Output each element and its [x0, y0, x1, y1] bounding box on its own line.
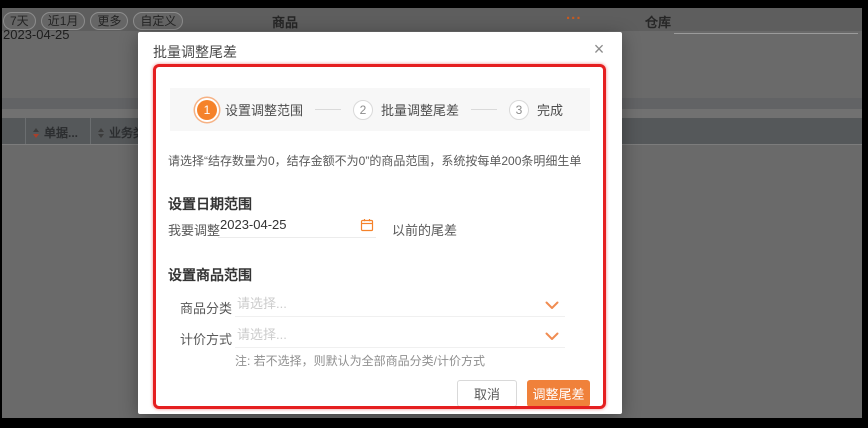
- ellipsis-icon[interactable]: ...: [566, 8, 582, 23]
- step-3-label: 完成: [537, 103, 564, 118]
- step-2-circle: 2: [352, 99, 373, 120]
- column-label: 单据...: [44, 126, 79, 140]
- close-icon[interactable]: ×: [588, 38, 610, 60]
- product-range-heading: 设置商品范围: [168, 267, 252, 283]
- pricing-select[interactable]: [235, 324, 565, 348]
- chevron-down-icon[interactable]: [545, 332, 559, 341]
- batch-adjust-dialog: 批量调整尾差 × 1 设置调整范围 2 批量调整尾差 3 完成 请选择“结存数量…: [138, 32, 622, 414]
- step-connector: [471, 109, 497, 110]
- adjust-suffix-label: 以前的尾差: [392, 223, 458, 238]
- dialog-title: 批量调整尾差: [153, 44, 237, 60]
- selection-note: 注: 若不选择，则默认为全部商品分类/计价方式: [235, 354, 486, 368]
- chevron-down-icon[interactable]: [545, 301, 559, 310]
- column-divider: [25, 118, 26, 144]
- top-filter-bar: 7天 近1月 更多 自定义 商品 ... 仓库: [2, 8, 862, 31]
- category-select[interactable]: [235, 293, 565, 317]
- column-divider: [90, 118, 91, 144]
- sort-icon[interactable]: [33, 127, 39, 138]
- scope-description: 请选择“结存数量为0，结存金额不为0”的商品范围，系统按每单200条明细生单: [168, 154, 582, 168]
- date-input[interactable]: [218, 215, 350, 232]
- step-1: 1 设置调整范围: [196, 99, 303, 120]
- date-range-heading: 设置日期范围: [168, 196, 252, 212]
- step-1-label: 设置调整范围: [224, 103, 303, 118]
- step-3: 3 完成: [509, 99, 564, 120]
- step-2: 2 批量调整尾差: [352, 99, 459, 120]
- filter-date-value[interactable]: 2023-04-25: [3, 27, 70, 42]
- calendar-icon[interactable]: [360, 218, 374, 232]
- cancel-button[interactable]: 取消: [457, 380, 517, 407]
- step-2-label: 批量调整尾差: [380, 103, 459, 118]
- warehouse-field-underline[interactable]: [674, 33, 858, 34]
- chip-custom[interactable]: 自定义: [133, 12, 184, 30]
- table-header-document[interactable]: 单据...: [33, 124, 78, 141]
- step-1-circle: 1: [196, 99, 217, 120]
- adjust-confirm-button[interactable]: 调整尾差: [527, 380, 590, 407]
- product-filter-label: 商品: [272, 15, 299, 30]
- warehouse-filter-label: 仓库: [645, 15, 672, 30]
- pricing-label: 计价方式: [180, 332, 233, 347]
- pricing-select-input[interactable]: [235, 324, 527, 342]
- category-select-input[interactable]: [235, 293, 527, 311]
- date-field[interactable]: [218, 215, 376, 238]
- step-connector: [314, 109, 341, 110]
- adjust-prefix-label: 我要调整: [168, 223, 221, 238]
- category-label: 商品分类: [180, 301, 233, 316]
- step-3-circle: 3: [509, 99, 529, 120]
- chip-more[interactable]: 更多: [90, 12, 129, 30]
- sort-icon[interactable]: [98, 127, 104, 138]
- wizard-stepper: 1 设置调整范围 2 批量调整尾差 3 完成: [170, 88, 590, 131]
